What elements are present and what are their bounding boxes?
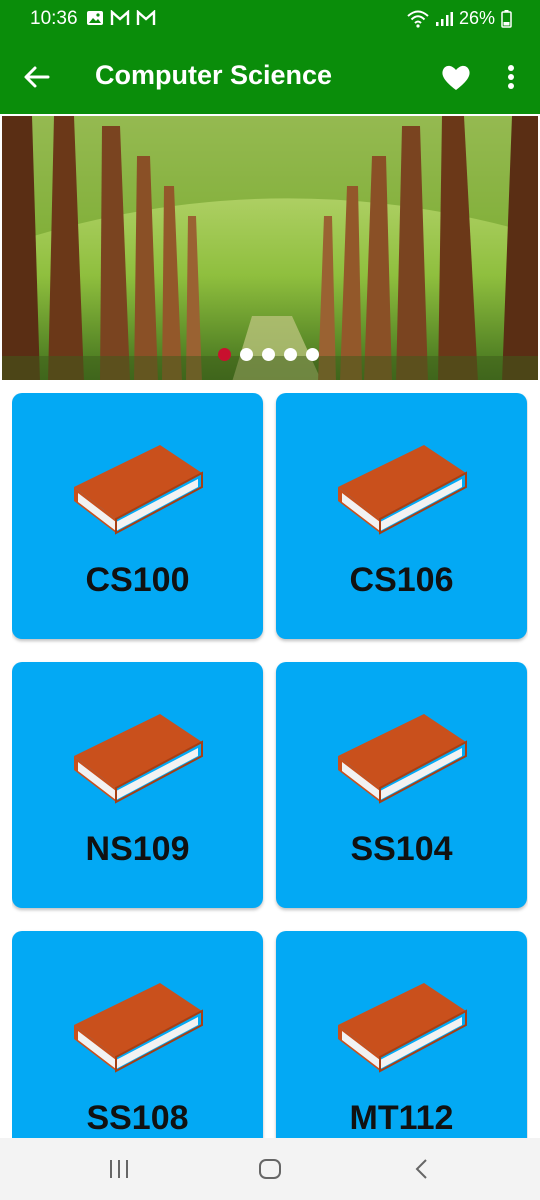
more-vert-icon[interactable] (500, 62, 522, 92)
heart-icon[interactable] (440, 62, 472, 92)
battery-icon (501, 9, 512, 28)
course-card[interactable]: CS100 (12, 393, 263, 639)
page-title: Computer Science (95, 60, 333, 90)
system-nav-bar (0, 1138, 540, 1200)
status-time: 10:36 (30, 8, 78, 29)
course-card[interactable]: CS106 (276, 393, 527, 639)
carousel-dot[interactable] (284, 348, 297, 361)
course-code: NS109 (85, 830, 190, 868)
book-icon (74, 983, 203, 1073)
status-bar: 10:36 26% (0, 0, 540, 40)
app-bar: Computer Science (0, 40, 540, 114)
course-code: CS100 (85, 561, 190, 599)
course-card[interactable]: MT112 (276, 931, 527, 1138)
gmail-icon (110, 10, 130, 25)
course-code: SS104 (350, 830, 453, 868)
carousel-dot[interactable] (262, 348, 275, 361)
back-arrow-icon[interactable] (20, 60, 54, 94)
course-code: SS108 (86, 1099, 189, 1137)
wifi-icon (407, 10, 429, 28)
course-card[interactable]: SS108 (12, 931, 263, 1138)
course-code: MT112 (349, 1099, 454, 1137)
book-icon (338, 983, 467, 1073)
signal-icon (435, 11, 453, 26)
back-icon[interactable] (412, 1158, 432, 1180)
course-code: CS106 (349, 561, 454, 599)
top-bar: 10:36 26% Computer Science (0, 0, 540, 114)
book-icon (74, 445, 203, 535)
battery-percent: 26% (458, 8, 495, 28)
gallery-icon (87, 11, 103, 25)
course-card[interactable]: NS109 (12, 662, 263, 908)
gmail-icon (136, 10, 156, 25)
carousel-dot[interactable] (306, 348, 319, 361)
forest-path-photo (2, 116, 538, 380)
carousel-dot[interactable] (240, 348, 253, 361)
course-card[interactable]: SS104 (276, 662, 527, 908)
carousel-dot-active[interactable] (218, 348, 231, 361)
banner-carousel[interactable] (0, 114, 540, 380)
book-icon (74, 714, 203, 804)
carousel-indicators (218, 348, 319, 361)
home-icon[interactable] (258, 1158, 282, 1180)
course-grid: CS100 CS106 NS109 SS104 SS108 MT112 (12, 393, 528, 1138)
book-icon (338, 714, 467, 804)
book-icon (338, 445, 467, 535)
recent-apps-icon[interactable] (108, 1158, 130, 1180)
